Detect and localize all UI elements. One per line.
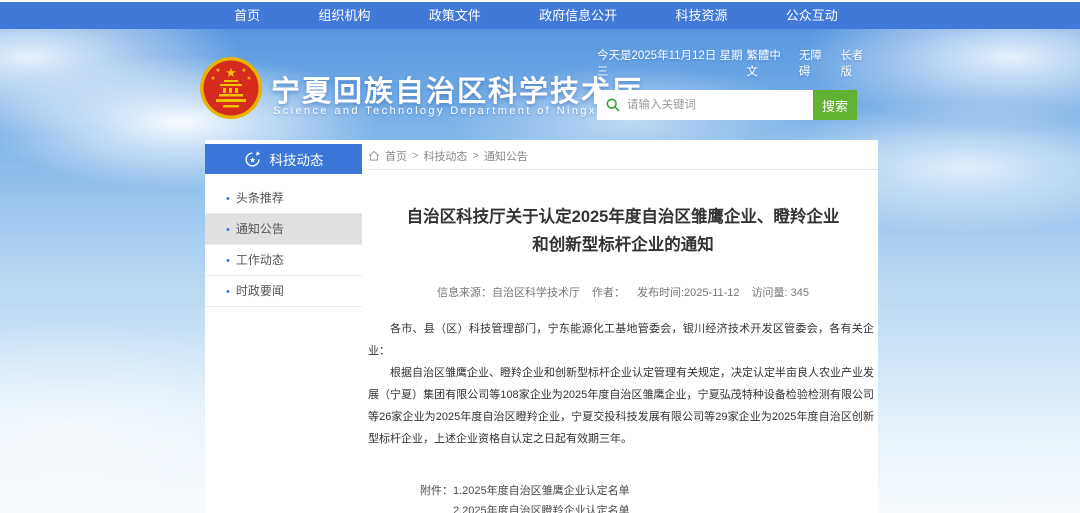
meta-publish-time: 发布时间:2025-11-12 [637,287,740,299]
current-date-text: 今天是2025年11月12日 星期三 [597,47,746,79]
nav-item-home[interactable]: 首页 [234,2,260,29]
svg-text:★: ★ [249,155,256,164]
attachments-list: 1.2025年度自治区雏鹰企业认定名单 2.2025年度自治区瞪羚企业认定名单 … [453,482,663,513]
breadcrumb: 首页 > 科技动态 > 通知公告 [368,143,878,170]
nav-item-organization[interactable]: 组织机构 [318,2,370,29]
sidebar-item-current-politics[interactable]: • 时政要闻 [205,276,362,307]
svg-text:★: ★ [225,65,237,80]
header-right: 今天是2025年11月12日 星期三 繁體中文 无障碍 长者版 搜索 [597,47,873,120]
article-panel: 首页 > 科技动态 > 通知公告 自治区科技厅关于认定2025年度自治区雏鹰企业… [368,140,878,513]
emblem-icon: ★ ★ ★ ★ ★ [199,56,263,120]
sidebar-item-label: 工作动态 [236,253,284,267]
sidebar-item-label: 通知公告 [236,222,284,236]
nav-item-public-interaction[interactable]: 公众互动 [786,2,838,29]
breadcrumb-separator: > [472,150,478,162]
sidebar: ★ 科技动态 • 头条推荐 • 通知公告 • 工作动态 • 时政要闻 [205,140,362,307]
article-paragraph: 各市、县（区）科技管理部门，宁东能源化工基地管委会，银川经济技术开发区管委会，各… [368,318,874,362]
link-elderly-version[interactable]: 长者版 [840,47,873,79]
breadcrumb-sci-tech-news[interactable]: 科技动态 [423,148,467,164]
search-icon [606,98,620,112]
attachment-link-gazelle-list[interactable]: 2.2025年度自治区瞪羚企业认定名单 [453,502,663,513]
attachments-label: 附件： [420,482,453,513]
sidebar-item-notices[interactable]: • 通知公告 [205,214,362,245]
home-icon [368,150,380,162]
sidebar-item-headline-picks[interactable]: • 头条推荐 [205,183,362,214]
search-box [597,90,813,120]
svg-text:★: ★ [241,67,246,74]
top-nav-items: 首页 组织机构 政策文件 政府信息公开 科技资源 公众互动 [205,2,867,29]
svg-text:★: ★ [215,67,220,74]
nav-item-policy-documents[interactable]: 政策文件 [429,2,481,29]
site-title: 宁夏回族自治区科学技术厅 [271,68,643,110]
breadcrumb-notices[interactable]: 通知公告 [484,148,528,164]
sidebar-header: ★ 科技动态 [205,144,362,174]
sidebar-title: 科技动态 [270,149,324,169]
bullet-icon: • [226,255,230,267]
search-button[interactable]: 搜索 [813,90,857,120]
attachments-block: 附件： 1.2025年度自治区雏鹰企业认定名单 2.2025年度自治区瞪羚企业认… [420,482,878,513]
bullet-icon: • [226,224,230,236]
meta-views: 访问量: 345 [752,287,809,299]
attachment-link-eagle-list[interactable]: 1.2025年度自治区雏鹰企业认定名单 [453,482,663,502]
article-title: 自治区科技厅关于认定2025年度自治区雏鹰企业、瞪羚企业 和创新型标杆企业的通知 [368,203,878,259]
nav-item-sci-tech-resources[interactable]: 科技资源 [675,2,727,29]
svg-text:★: ★ [210,75,215,82]
search-bar: 搜索 [597,90,857,120]
article-meta: 信息来源：自治区科学技术厅作者： 发布时间:2025-11-12 访问量: 345 [368,284,878,300]
search-input[interactable] [627,99,813,111]
bullet-icon: • [226,286,230,298]
breadcrumb-home[interactable]: 首页 [385,148,407,164]
sidebar-menu: • 头条推荐 • 通知公告 • 工作动态 • 时政要闻 [205,183,362,307]
sidebar-item-work-updates[interactable]: • 工作动态 [205,245,362,276]
article-body: 各市、县（区）科技管理部门，宁东能源化工基地管委会，银川经济技术开发区管委会，各… [368,318,878,450]
breadcrumb-separator: > [412,150,418,162]
sci-tech-news-icon: ★ [244,151,261,168]
meta-author: 作者： [592,287,625,299]
nav-item-gov-info-disclosure[interactable]: 政府信息公开 [539,2,617,29]
bullet-icon: • [226,193,230,205]
page: 首页 组织机构 政策文件 政府信息公开 科技资源 公众互动 ★ ★ ★ ★ ★ [0,0,1080,513]
article-title-line1: 自治区科技厅关于认定2025年度自治区雏鹰企业、瞪羚企业 [368,203,878,231]
top-nav-bar: 首页 组织机构 政策文件 政府信息公开 科技资源 公众互动 [0,2,1080,29]
quick-links: 繁體中文 无障碍 长者版 [746,47,873,79]
article-title-line2: 和创新型标杆企业的通知 [368,231,878,259]
link-accessibility[interactable]: 无障碍 [799,47,832,79]
sidebar-item-label: 头条推荐 [236,191,284,205]
site-subtitle: Science and Technology Department of Nin… [273,105,610,117]
content-area: ★ 科技动态 • 头条推荐 • 通知公告 • 工作动态 • 时政要闻 [205,140,878,513]
sidebar-item-label: 时政要闻 [236,284,284,298]
national-emblem-logo[interactable]: ★ ★ ★ ★ ★ [199,56,263,120]
meta-source: 信息来源：自治区科学技术厅 [437,287,580,299]
link-traditional-chinese[interactable]: 繁體中文 [746,47,789,79]
svg-text:★: ★ [246,75,251,82]
article-paragraph: 根据自治区雏鹰企业、瞪羚企业和创新型标杆企业认定管理有关规定，决定认定半亩良人农… [368,362,874,450]
